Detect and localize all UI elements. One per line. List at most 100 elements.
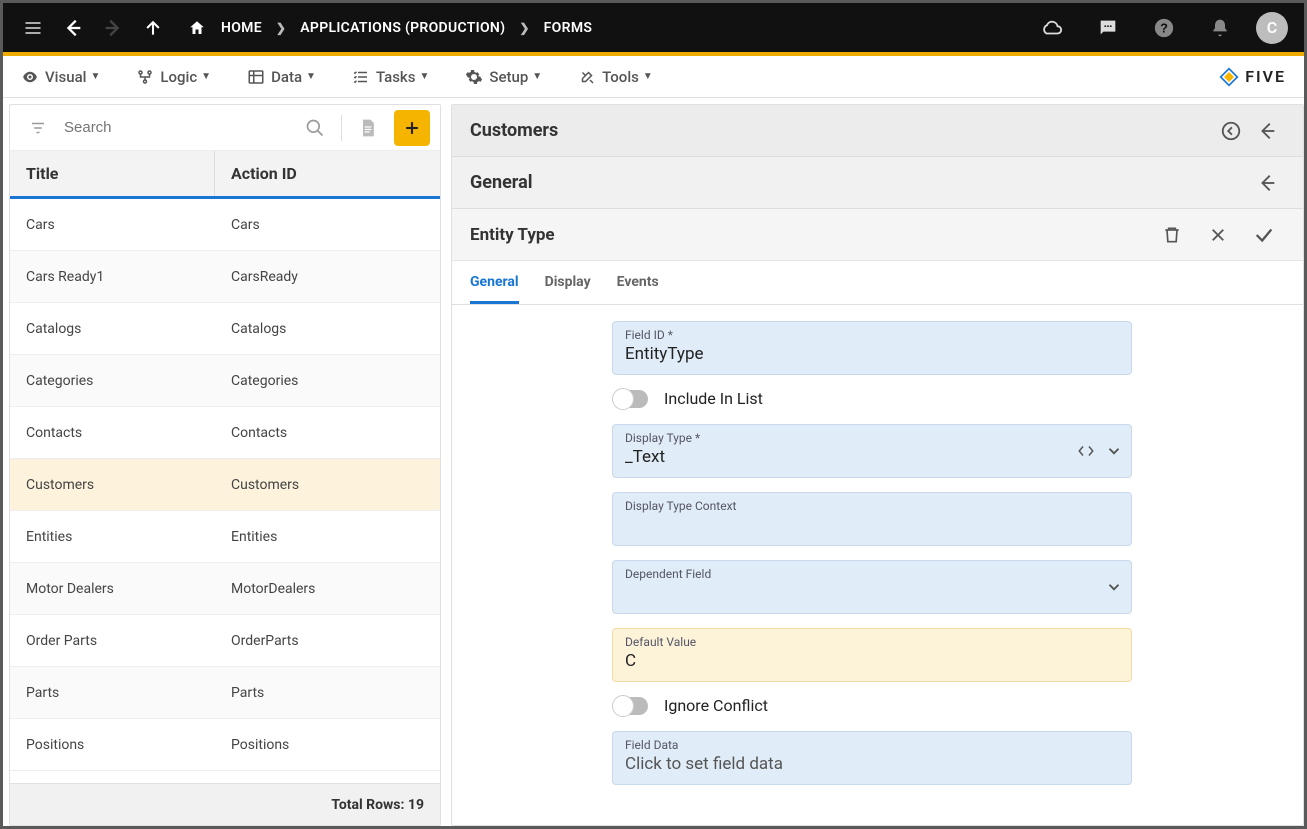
cloud-icon[interactable] (1034, 10, 1070, 46)
menu-tools[interactable]: Tools▼ (578, 68, 653, 86)
menu-setup[interactable]: Setup▼ (465, 68, 542, 86)
menu-visual[interactable]: Visual▼ (21, 68, 100, 86)
menu-label: Data (271, 68, 302, 86)
cell-title: Cars (10, 199, 215, 250)
header-general: General (452, 157, 1303, 209)
cell-title: Cars Ready1 (10, 251, 215, 302)
table-row[interactable]: Order PartsOrderParts (10, 615, 440, 667)
grid-body[interactable]: CarsCarsCars Ready1CarsReadyCatalogsCata… (10, 199, 440, 783)
field-fieldid[interactable]: Field ID * EntityType (612, 321, 1132, 375)
cell-title: Categories (10, 355, 215, 406)
table-row[interactable]: EntitiesEntities (10, 511, 440, 563)
avatar-letter: C (1267, 18, 1277, 37)
right-panel: Customers General Entity Type (451, 104, 1304, 826)
crumb-applications[interactable]: APPLICATIONS (PRODUCTION) (300, 20, 505, 36)
crumb-home[interactable]: HOME (221, 20, 262, 36)
cell-title: Catalogs (10, 303, 215, 354)
tab-events[interactable]: Events (617, 264, 659, 304)
field-value: EntityType (625, 344, 1119, 366)
field-value (625, 515, 1119, 537)
table-row[interactable]: PartsParts (10, 667, 440, 719)
document-icon[interactable] (350, 110, 386, 146)
table-row[interactable]: Motor DealersMotorDealers (10, 563, 440, 615)
field-value: Click to set field data (625, 754, 1119, 776)
cell-action: MotorDealers (215, 563, 440, 614)
brand-text: FIVE (1245, 67, 1286, 86)
undo-circle-icon[interactable] (1213, 113, 1249, 149)
svg-text:?: ? (1160, 20, 1168, 35)
help-icon[interactable]: ? (1146, 10, 1182, 46)
cell-title: Customers (10, 459, 215, 510)
chevron-down-icon[interactable] (1105, 578, 1123, 596)
menu-label: Logic (160, 68, 197, 86)
menu-label: Setup (489, 68, 528, 86)
field-label: Dependent Field (625, 567, 1119, 581)
field-label: Default Value (625, 635, 1119, 649)
cell-title: Parts (10, 667, 215, 718)
code-icon[interactable] (1077, 442, 1095, 460)
tab-display[interactable]: Display (545, 264, 591, 304)
field-displaytype-context[interactable]: Display Type Context (612, 492, 1132, 546)
home-icon[interactable] (179, 10, 215, 46)
chevron-down-icon[interactable] (1105, 442, 1123, 460)
forward-arrow-icon (95, 10, 131, 46)
grid-header: Title Action ID (10, 151, 440, 199)
hamburger-icon[interactable] (15, 10, 51, 46)
filter-icon[interactable] (20, 110, 56, 146)
add-button[interactable] (394, 110, 430, 146)
tab-general[interactable]: General (470, 264, 519, 304)
up-arrow-icon[interactable] (135, 10, 171, 46)
cell-action: Positions (215, 719, 440, 770)
menu-tasks[interactable]: Tasks▼ (352, 68, 429, 86)
close-icon[interactable] (1197, 214, 1239, 256)
search-icon[interactable] (297, 110, 333, 146)
field-value: _Text (625, 447, 1119, 469)
toggle-switch[interactable] (614, 390, 648, 408)
table-row[interactable]: CustomersCustomers (10, 459, 440, 511)
table-row[interactable]: ContactsContacts (10, 407, 440, 459)
cell-action: Catalogs (215, 303, 440, 354)
chat-icon[interactable] (1090, 10, 1126, 46)
back-arrow-icon[interactable] (55, 10, 91, 46)
field-dependent[interactable]: Dependent Field (612, 560, 1132, 614)
menu-label: Visual (45, 68, 86, 86)
cell-action: CarsReady (215, 251, 440, 302)
avatar[interactable]: C (1256, 12, 1288, 44)
brand-logo: FIVE (1219, 67, 1286, 87)
cell-title: Motor Dealers (10, 563, 215, 614)
back-icon[interactable] (1249, 165, 1285, 201)
toggle-include-in-list: Include In List (614, 389, 1303, 408)
cell-action: Categories (215, 355, 440, 406)
cell-title: Order Parts (10, 615, 215, 666)
bell-icon[interactable] (1202, 10, 1238, 46)
crumb-forms[interactable]: FORMS (544, 20, 593, 36)
field-default-value[interactable]: Default Value C (612, 628, 1132, 682)
col-action[interactable]: Action ID (215, 151, 440, 196)
search-input[interactable] (64, 119, 289, 136)
cell-action: Cars (215, 199, 440, 250)
field-label: Display Type Context (625, 499, 1119, 513)
menu-data[interactable]: Data▼ (247, 68, 316, 86)
trash-icon[interactable] (1151, 214, 1193, 256)
table-row[interactable]: CarsCars (10, 199, 440, 251)
toggle-label: Include In List (664, 389, 763, 408)
table-row[interactable]: CategoriesCategories (10, 355, 440, 407)
field-fielddata[interactable]: Field Data Click to set field data (612, 731, 1132, 785)
total-rows: Total Rows: 19 (331, 797, 424, 813)
topbar-right: ? C (1032, 10, 1294, 46)
toggle-switch[interactable] (614, 697, 648, 715)
table-row[interactable]: CatalogsCatalogs (10, 303, 440, 355)
header-entity-type: Entity Type (452, 209, 1303, 261)
table-row[interactable]: Cars Ready1CarsReady (10, 251, 440, 303)
field-displaytype[interactable]: Display Type * _Text (612, 424, 1132, 478)
cell-action: Contacts (215, 407, 440, 458)
cell-action: Parts (215, 667, 440, 718)
divider (341, 115, 342, 141)
check-icon[interactable] (1243, 214, 1285, 256)
col-title[interactable]: Title (10, 151, 215, 196)
menu-label: Tasks (376, 68, 416, 86)
menu-logic[interactable]: Logic▼ (136, 68, 211, 86)
menubar: Visual▼ Logic▼ Data▼ Tasks▼ Setup▼ Tools… (3, 56, 1304, 98)
back-icon[interactable] (1249, 113, 1285, 149)
table-row[interactable]: PositionsPositions (10, 719, 440, 771)
